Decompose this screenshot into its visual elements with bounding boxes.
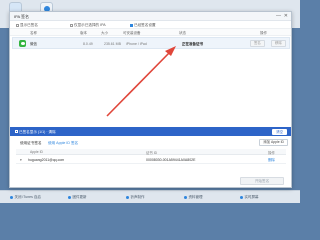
col-apple-id: Apple ID bbox=[30, 150, 44, 154]
account-email: huguang2011@qq.com bbox=[28, 158, 65, 162]
ipa-table-header: 名称 版本 大小 可安装设备 状态 操作 bbox=[10, 29, 291, 36]
app-version: 8.0.49 bbox=[83, 41, 93, 46]
dialog-toolbar: 显示已签名 仅显示已选择的 IPA 已经签名设置 bbox=[10, 21, 291, 29]
col-cert-id: 证书 ID bbox=[146, 151, 158, 155]
apple-id-sign-link[interactable]: 使用 Apple ID 签名 bbox=[48, 141, 78, 146]
app-name: 微信 bbox=[30, 41, 37, 46]
col-name: 名称 bbox=[30, 31, 37, 35]
col-operation: 操作 bbox=[260, 31, 267, 35]
sign-settings-checkbox[interactable]: 已经签名设置 bbox=[130, 23, 156, 28]
add-apple-id-button[interactable]: 添加 Apple ID bbox=[259, 139, 288, 146]
dialog-title-bar: IPA 签名 — ✕ bbox=[10, 12, 291, 21]
filter-selected-checkbox[interactable]: 仅显示已选择的 IPA bbox=[70, 23, 106, 28]
account-table-header: Apple ID 证书 ID 操作 bbox=[16, 149, 286, 155]
signed-visible-checkbox[interactable]: 已签名显示 (1/1) · 清除 bbox=[15, 130, 56, 135]
table-row[interactable]: 微信 8.0.49 235.61 MB iPhone / iPad 正在准备证书… bbox=[12, 37, 290, 49]
col-size: 大小 bbox=[101, 31, 108, 35]
ipa-sign-dialog: IPA 签名 — ✕ 显示已签名 仅显示已选择的 IPA 已经签名设置 名称 版… bbox=[9, 11, 292, 188]
account-section-header: 使用证书签名 使用 Apple ID 签名 添加 Apple ID bbox=[10, 139, 291, 147]
signed-filter-bar: 已签名显示 (1/1) · 清除 清空 bbox=[10, 127, 291, 136]
col-status: 状态 bbox=[179, 31, 186, 35]
col-version: 版本 bbox=[80, 31, 87, 35]
bottom-tool-3[interactable]: 铃声制作 bbox=[126, 195, 145, 200]
bottom-tool-4[interactable]: 资料管理 bbox=[184, 195, 203, 200]
sign-status: 正在准备证书 bbox=[182, 41, 203, 46]
col-account-operation: 操作 bbox=[268, 151, 275, 155]
app-size: 235.61 MB bbox=[104, 41, 121, 46]
col-platform: 可安装设备 bbox=[123, 31, 141, 35]
filter-signed-checkbox[interactable]: 显示已签名 bbox=[16, 23, 38, 28]
app-platform: iPhone / iPad bbox=[126, 41, 147, 46]
wechat-app-icon bbox=[19, 40, 26, 47]
bottom-tool-1[interactable]: 关闭 iTunes 自启 bbox=[10, 195, 41, 200]
start-sign-button[interactable]: 开始签名 bbox=[240, 177, 284, 185]
remove-button[interactable]: 移除 bbox=[271, 40, 286, 47]
dialog-title: IPA 签名 bbox=[14, 14, 30, 19]
account-row[interactable]: ▾ huguang2011@qq.com 00008030-001A59441A… bbox=[16, 156, 286, 164]
close-icon[interactable]: ✕ bbox=[284, 13, 288, 19]
minimize-icon[interactable]: — bbox=[276, 13, 281, 19]
delete-account-link[interactable]: 删除 bbox=[268, 158, 275, 163]
arrow-shaft bbox=[106, 51, 171, 117]
sign-button[interactable]: 签名 bbox=[250, 40, 265, 47]
bottom-tool-2[interactable]: 固件更新 bbox=[68, 195, 87, 200]
account-cert-id: 00008030-001A59441A0A802E bbox=[146, 158, 196, 162]
account-section-title[interactable]: 使用证书签名 bbox=[20, 141, 42, 146]
background-app-footer: 关闭 iTunes 自启 固件更新 铃声制作 资料管理 实时屏幕 bbox=[0, 190, 300, 203]
bottom-tool-5[interactable]: 实时屏幕 bbox=[240, 195, 259, 200]
chevron-down-icon[interactable]: ▾ bbox=[20, 158, 22, 162]
clear-button[interactable]: 清空 bbox=[272, 128, 287, 135]
